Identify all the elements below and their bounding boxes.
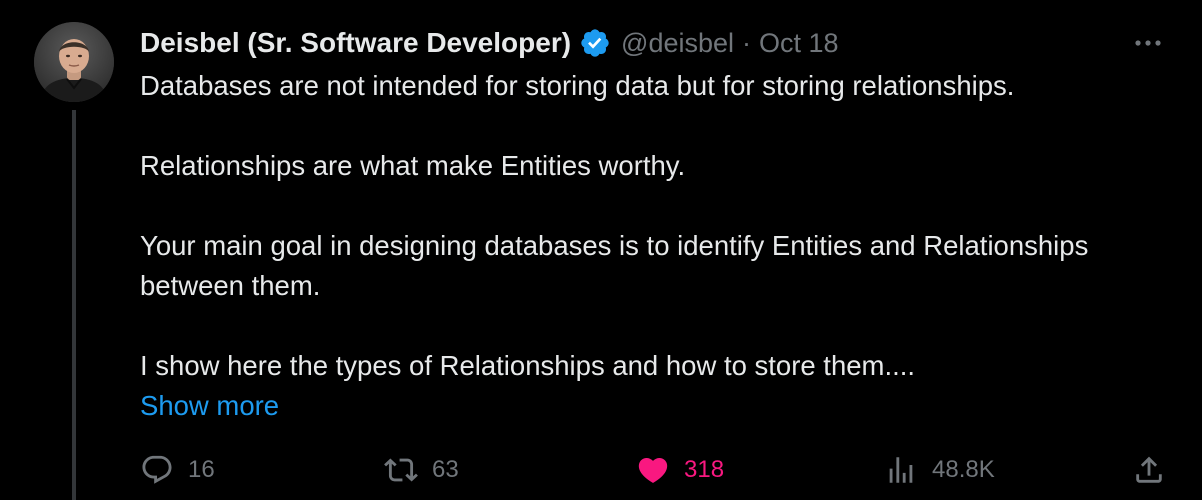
avatar-image — [34, 22, 114, 102]
share-button[interactable] — [1132, 448, 1166, 492]
tweet-date[interactable]: Oct 18 — [759, 28, 839, 59]
thread-line — [72, 110, 76, 500]
like-button[interactable]: 318 — [636, 448, 724, 492]
tweet-card[interactable]: Deisbel (Sr. Software Developer) @deisbe… — [0, 0, 1202, 500]
analytics-icon — [889, 457, 913, 483]
tweet-paragraph: I show here the types of Relationships a… — [140, 350, 916, 381]
tweet-text: Databases are not intended for storing d… — [140, 66, 1160, 386]
like-count: 318 — [684, 456, 725, 483]
tweet-paragraph: Databases are not intended for storing d… — [140, 70, 1015, 101]
tweet-header: Deisbel (Sr. Software Developer) @deisbe… — [140, 22, 839, 64]
reply-button[interactable]: 16 — [140, 448, 215, 492]
more-options-button[interactable] — [1130, 30, 1166, 56]
show-more-link[interactable]: Show more — [140, 386, 279, 426]
avatar[interactable] — [34, 22, 114, 102]
more-horizontal-icon — [1135, 40, 1161, 46]
retweet-count: 63 — [432, 456, 459, 483]
reply-count: 16 — [188, 456, 215, 483]
reply-icon — [142, 455, 172, 484]
heart-icon — [638, 457, 668, 483]
header-separator: · — [742, 27, 752, 58]
views-count: 48.8K — [932, 456, 995, 483]
views-button[interactable]: 48.8K — [884, 448, 995, 492]
verified-badge-icon[interactable] — [579, 27, 611, 59]
share-icon — [1136, 456, 1162, 483]
tweet-paragraph: Your main goal in designing databases is… — [140, 230, 1089, 301]
retweet-button[interactable]: 63 — [384, 448, 459, 492]
author-handle[interactable]: @deisbel — [621, 28, 734, 59]
retweet-icon — [384, 458, 418, 482]
tweet-paragraph: Relationships are what make Entities wor… — [140, 150, 686, 181]
author-display-name[interactable]: Deisbel (Sr. Software Developer) — [140, 27, 571, 59]
tweet-actions: 16 63 318 48.8K — [0, 448, 1202, 492]
